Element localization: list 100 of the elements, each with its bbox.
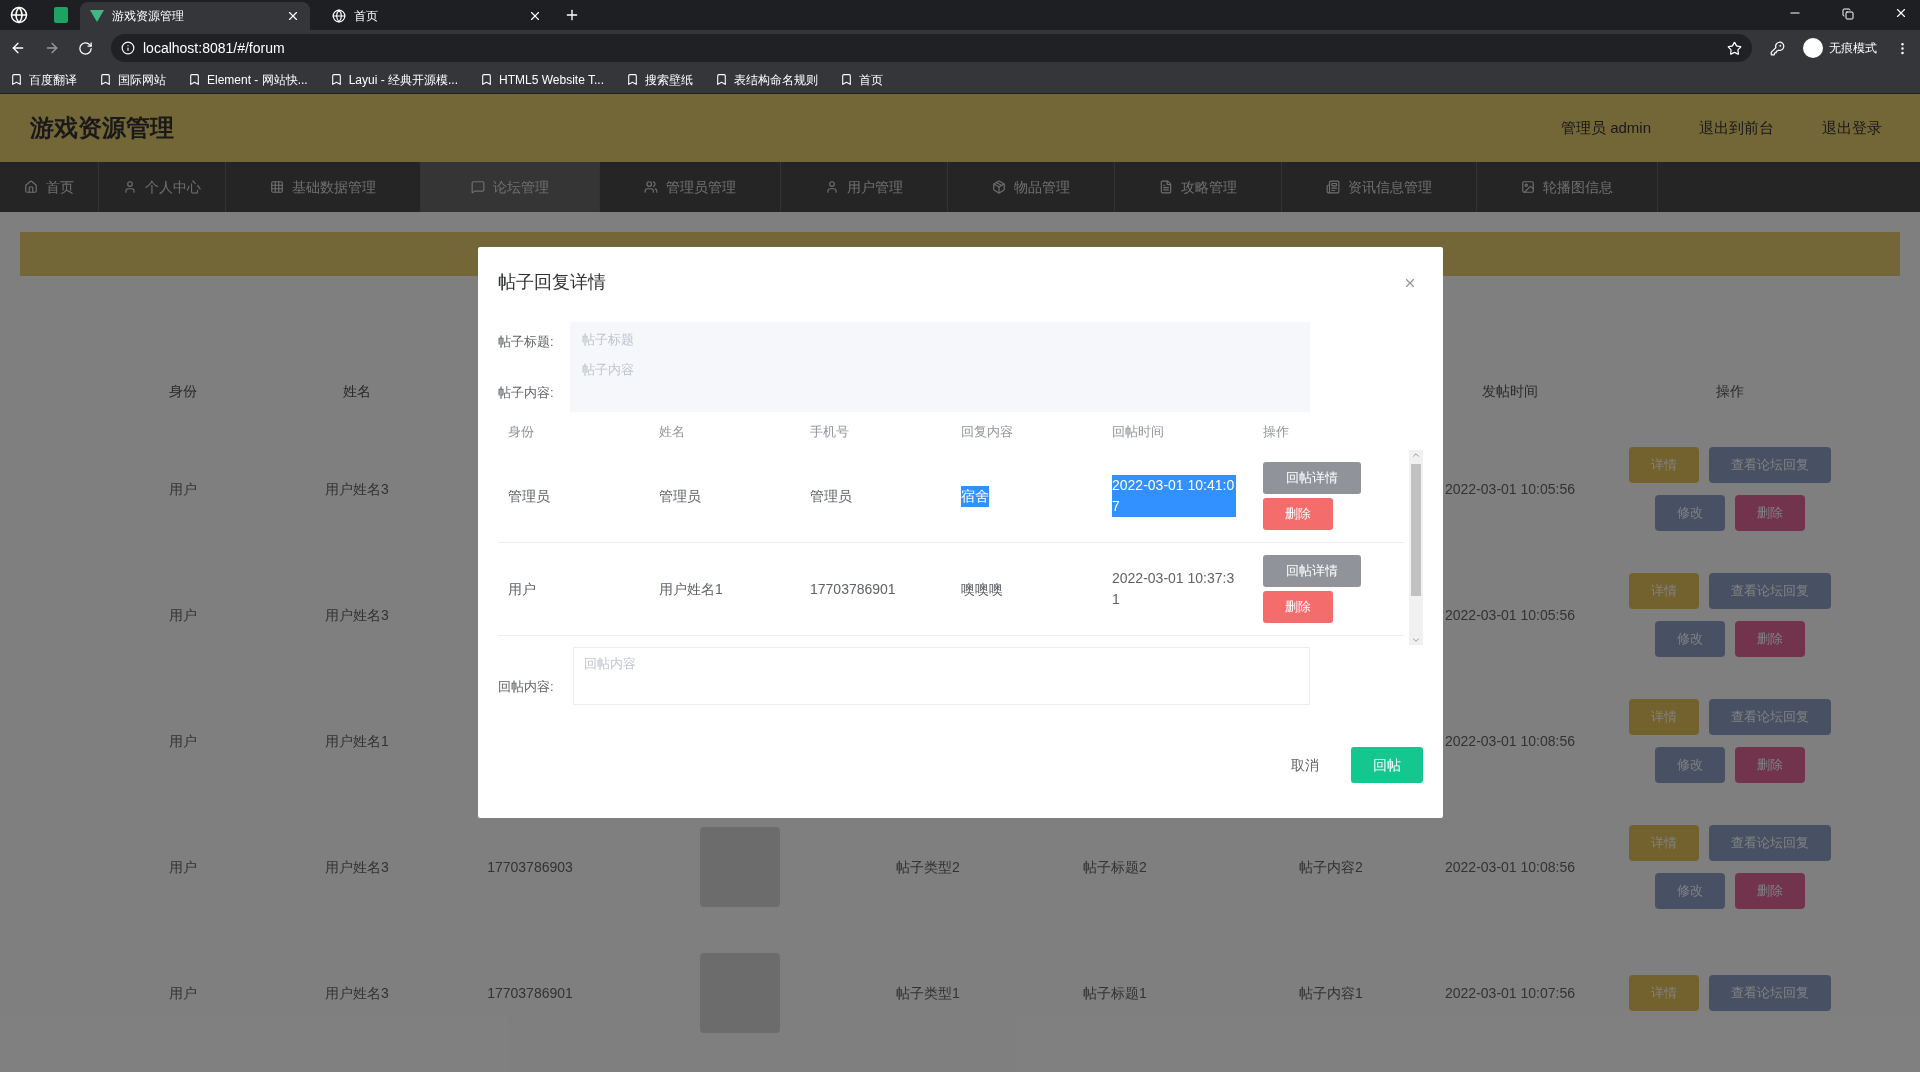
column-header: 发帖时间	[1482, 381, 1538, 401]
reply-action-button[interactable]: 回帖详情	[1263, 462, 1361, 494]
bookmark-item[interactable]: 表结构命名规则	[715, 70, 818, 89]
table-cell-text: 帖子内容1	[1299, 983, 1363, 1003]
bookmark-item[interactable]: 搜索壁纸	[626, 70, 693, 89]
header-link[interactable]: 管理员 admin	[1560, 116, 1651, 140]
nav-icon	[471, 180, 485, 194]
field-label: 帖子内容:	[498, 383, 555, 402]
field-label: 帖子标题:	[498, 333, 555, 351]
nav-item[interactable]: 个人中心	[99, 162, 226, 212]
address-field[interactable]: localhost:8081/#/forum	[111, 34, 1752, 62]
restore-icon[interactable]	[1842, 8, 1854, 20]
row-action-button[interactable]: 删除	[1735, 495, 1805, 531]
table-cell-text: 帖子内容2	[1299, 857, 1363, 877]
table-cell-text: 管理员	[508, 486, 550, 506]
browser-icon[interactable]	[10, 6, 28, 24]
table-cell: 宿舍	[961, 485, 989, 507]
key-icon[interactable]	[1770, 40, 1785, 56]
reply-action-button[interactable]: 删除	[1263, 591, 1333, 623]
nav-icon	[1326, 180, 1340, 194]
table-cell-text: 用户姓名1	[325, 731, 389, 751]
field-label: 回帖内容:	[498, 678, 555, 697]
browser-tab[interactable]: 游戏资源管理	[80, 2, 310, 30]
nav-icon	[24, 180, 38, 194]
nav-item[interactable]: 轮播图信息	[1477, 162, 1658, 212]
bookmark-icon	[99, 73, 112, 86]
bookmark-item[interactable]: Layui - 经典开源模...	[329, 70, 459, 89]
header-link[interactable]: 退出到前台	[1699, 116, 1774, 140]
bookmark-item[interactable]: 首页	[840, 70, 883, 89]
bookmark-icon	[188, 73, 201, 86]
bookmark-star-icon[interactable]	[1727, 40, 1742, 56]
column-header: 手机号	[810, 424, 849, 440]
close-window-icon[interactable]	[1894, 6, 1908, 20]
bookmark-icon	[715, 73, 728, 86]
nav-item[interactable]: 首页	[0, 162, 99, 212]
scrollbar-thumb[interactable]	[1411, 464, 1421, 596]
table-cell: 2022-03-01 10:41:07	[1112, 475, 1236, 517]
bookmark-icon	[329, 73, 343, 86]
back-icon[interactable]	[10, 40, 26, 56]
table-cell-text: 用户	[169, 479, 197, 499]
bookmark-item[interactable]: Element - 网站快...	[188, 70, 308, 89]
table-cell-text: 用户姓名3	[325, 983, 389, 1003]
column-header: 回帖时间	[1112, 424, 1164, 440]
bookmark-icon	[626, 73, 639, 86]
nav-icon	[270, 180, 284, 194]
app-title: 游戏资源管理	[30, 113, 174, 143]
bookmark-item[interactable]: 百度翻译	[10, 70, 77, 89]
bookmark-icon	[480, 73, 494, 86]
table-cell-text: 用户	[169, 605, 197, 625]
dialog-title: 帖子回复详情	[498, 271, 606, 294]
table-cell-text: 帖子类型1	[896, 983, 960, 1003]
row-action-button[interactable]: 删除	[1735, 747, 1805, 783]
forward-icon[interactable]	[44, 40, 60, 56]
nav-icon	[825, 180, 839, 194]
column-header: 姓名	[659, 424, 685, 440]
bookmark-item[interactable]: 国际网站	[99, 70, 166, 89]
column-header: 姓名	[343, 381, 371, 401]
table-cell-text: 用户姓名3	[325, 857, 389, 877]
cancel-button[interactable]: 取消	[1271, 747, 1339, 783]
row-action-button[interactable]: 删除	[1735, 873, 1805, 909]
column-header: 身份	[169, 381, 197, 401]
nav-icon	[992, 180, 1006, 194]
reload-icon[interactable]	[78, 40, 93, 56]
nav-item[interactable]: 管理员管理	[600, 162, 781, 212]
table-cell-text: 2022-03-01 10:37:31	[1112, 569, 1236, 609]
incognito-badge[interactable]: 无痕模式	[1803, 38, 1877, 58]
browser-tab[interactable]: 首页	[322, 2, 552, 30]
info-icon	[121, 41, 135, 55]
table-cell-text: 2022-03-01 10:08:56	[1445, 731, 1575, 751]
table-cell-text: 噢噢噢	[961, 579, 1003, 599]
table-cell-text: 2022-03-01 10:05:56	[1445, 605, 1575, 625]
table-cell-text: 帖子标题1	[1083, 983, 1147, 1003]
table-cell-text: 17703786901	[810, 579, 896, 599]
column-header: 回复内容	[961, 424, 1013, 440]
table-cell-text: 用户	[508, 579, 536, 599]
table-cell-text: 17703786903	[487, 857, 573, 877]
nav-item[interactable]: 物品管理	[948, 162, 1115, 212]
scrollbar[interactable]	[1409, 450, 1423, 645]
table-cell-text: 17703786901	[487, 983, 573, 1003]
table-cell-text: 用户姓名3	[325, 605, 389, 625]
column-header: 身份	[508, 424, 534, 440]
table-cell-text: 用户	[169, 731, 197, 751]
nav-item[interactable]: 资讯信息管理	[1282, 162, 1477, 212]
nav-item[interactable]: 攻略管理	[1115, 162, 1282, 212]
table-cell-text: 2022-03-01 10:08:56	[1445, 857, 1575, 877]
close-icon[interactable]	[286, 9, 300, 23]
table-cell-text: 2022-03-01 10:07:56	[1445, 983, 1575, 1003]
new-tab-icon[interactable]	[564, 7, 580, 23]
nav-icon	[1159, 180, 1173, 194]
bookmark-item[interactable]: HTML5 Website T...	[480, 70, 604, 89]
reply-action-button[interactable]: 删除	[1263, 498, 1333, 530]
tab-title: 首页	[354, 8, 379, 25]
reply-action-button[interactable]: 回帖详情	[1263, 555, 1361, 587]
submit-reply-button[interactable]: 回帖	[1351, 747, 1423, 783]
header-link[interactable]: 退出登录	[1822, 116, 1882, 140]
nav-icon	[123, 180, 137, 194]
nav-item[interactable]: 用户管理	[781, 162, 948, 212]
row-action-button[interactable]: 删除	[1735, 621, 1805, 657]
globe-icon	[332, 9, 346, 23]
close-icon[interactable]	[528, 9, 542, 23]
